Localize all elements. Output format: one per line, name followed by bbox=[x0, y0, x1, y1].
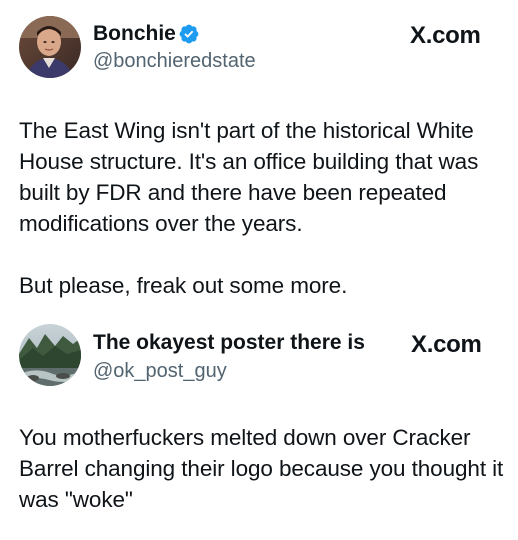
landscape-avatar-icon[interactable] bbox=[19, 324, 81, 386]
display-name[interactable]: The okayest poster there is bbox=[93, 331, 365, 355]
source-label: X.com bbox=[410, 22, 481, 49]
verified-badge-icon bbox=[178, 23, 200, 45]
tweet-text: The East Wing isn't part of the historic… bbox=[19, 118, 479, 298]
display-name[interactable]: Bonchie bbox=[93, 22, 176, 46]
tweet-card[interactable]: Bonchie @bonchieredstate X.com The East … bbox=[0, 0, 518, 318]
person-avatar-icon[interactable] bbox=[19, 16, 81, 78]
source-label: X.com bbox=[411, 331, 482, 358]
user-handle[interactable]: @ok_post_guy bbox=[93, 359, 227, 383]
user-handle[interactable]: @bonchieredstate bbox=[93, 49, 256, 73]
tweet-text: You motherfuckers melted down over Crack… bbox=[19, 425, 504, 512]
tweet-card[interactable]: The okayest poster there is @ok_post_guy… bbox=[0, 318, 518, 540]
